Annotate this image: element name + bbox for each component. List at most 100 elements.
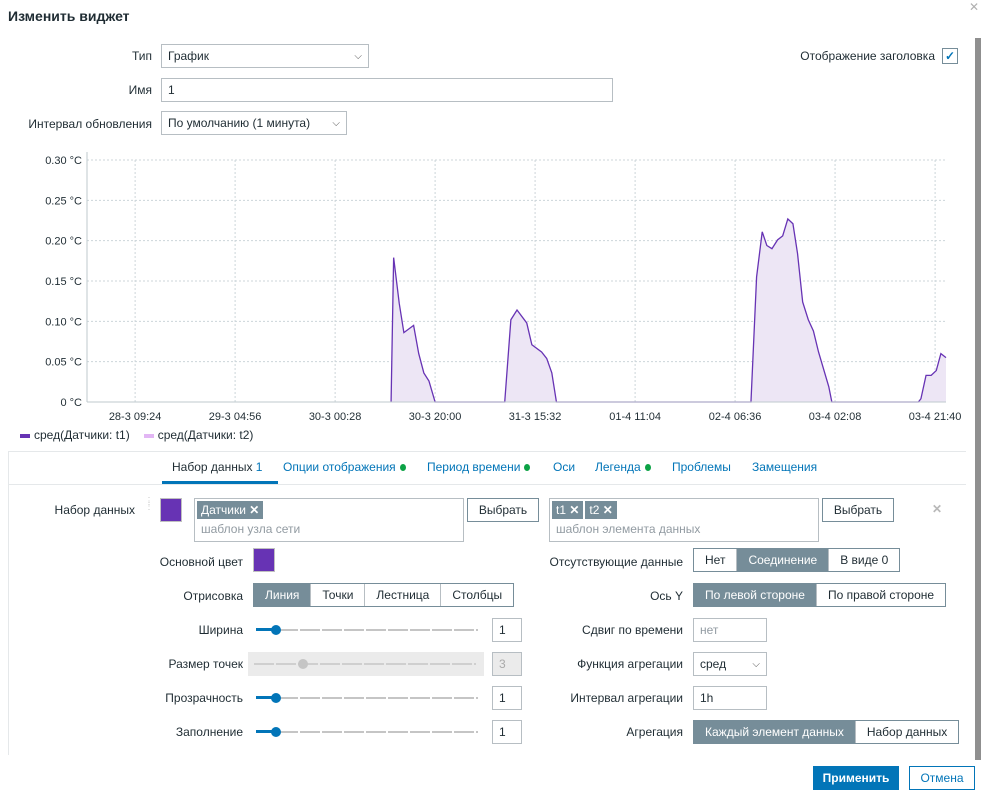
select-host-button[interactable]: Выбрать (467, 498, 539, 522)
chevron-down-icon: ⌵ (752, 658, 760, 670)
width-slider[interactable] (250, 618, 486, 642)
fill-slider[interactable] (250, 720, 486, 744)
host-pattern-input[interactable]: Датчики ✕ шаблон узла сети (194, 498, 464, 542)
missing-zero-option[interactable]: В виде 0 (828, 549, 899, 571)
item-pattern-input[interactable]: t1 ✕ t2 ✕ шаблон элемента данных (549, 498, 819, 542)
status-dot-icon (399, 464, 406, 471)
x-tick-label: 28-3 09:24 (109, 411, 162, 423)
transparency-input[interactable]: 1 (492, 686, 522, 710)
base-color-swatch[interactable] (253, 548, 275, 572)
y-tick-label: 0.30 °C (45, 155, 82, 167)
base-color-label: Основной цвет (159, 555, 243, 569)
dataset-color-swatch[interactable] (160, 498, 182, 522)
legend-swatch (143, 433, 154, 438)
x-tick-label: 29-3 04:56 (209, 411, 262, 423)
x-tick-label: 03-4 02:08 (809, 411, 862, 423)
legend-label: сред(Датчики: t2) (157, 428, 254, 442)
x-tick-label: 30-3 00:28 (309, 411, 362, 423)
tab-time-period[interactable]: Период времени (427, 460, 531, 474)
refresh-select[interactable]: По умолчанию (1 минута) ⌵ (161, 111, 347, 135)
tab-dataset[interactable]: Набор данных 1 (172, 460, 262, 474)
slider-handle[interactable] (271, 727, 281, 737)
fill-input[interactable]: 1 (492, 720, 522, 744)
yaxis-left-option[interactable]: По левой стороне (694, 584, 816, 606)
type-label: Тип (131, 49, 152, 63)
remove-dataset-icon[interactable]: ✕ (932, 502, 942, 516)
x-tick-label: 03-4 21:40 (909, 411, 962, 423)
legend-item-t1: сред(Датчики: t1) (20, 428, 130, 442)
x-tick-label: 30-3 20:00 (409, 411, 462, 423)
legend-swatch (20, 433, 30, 438)
transparency-slider[interactable] (250, 686, 486, 710)
tab-label: Период времени (427, 460, 521, 474)
chevron-down-icon: ⌵ (332, 117, 340, 129)
remove-tag-icon[interactable]: ✕ (569, 503, 579, 517)
draw-points-option[interactable]: Точки (310, 584, 364, 606)
aggregate-each-item-option[interactable]: Каждый элемент данных (694, 721, 855, 743)
aggfunc-label: Функция агрегации (577, 657, 683, 671)
select-item-button[interactable]: Выбрать (822, 498, 894, 522)
dataset-label: Набор данных (54, 503, 135, 517)
name-input[interactable]: 1 (161, 78, 613, 102)
timeshift-label: Сдвиг по времени (582, 623, 683, 637)
agginterval-input[interactable]: 1h (693, 686, 767, 710)
tab-display-options[interactable]: Опции отображения (283, 460, 406, 474)
missing-data-label: Отсутствующие данные (549, 555, 683, 569)
yaxis-right-option[interactable]: По правой стороне (815, 584, 945, 606)
apply-button[interactable]: Применить (813, 766, 899, 790)
x-tick-label: 01-4 11:04 (609, 411, 661, 423)
tag-label: t2 (589, 503, 600, 517)
timeshift-input[interactable]: нет (693, 618, 767, 642)
aggregate-dataset-option[interactable]: Набор данных (854, 721, 958, 743)
draw-bars-option[interactable]: Столбцы (440, 584, 513, 606)
transparency-label: Прозрачность (165, 691, 243, 705)
scrollbar[interactable] (975, 38, 981, 760)
draw-staircase-option[interactable]: Лестница (364, 584, 440, 606)
aggregation-segmented: Каждый элемент данных Набор данных (693, 720, 960, 744)
yaxis-segmented: По левой стороне По правой стороне (693, 583, 947, 607)
missing-connect-option[interactable]: Соединение (736, 549, 829, 571)
name-label: Имя (128, 83, 152, 97)
refresh-value: По умолчанию (1 минута) (168, 116, 311, 130)
slider-handle[interactable] (271, 693, 281, 703)
close-icon[interactable]: ✕ (969, 0, 979, 14)
point-size-label: Размер точек (168, 657, 243, 671)
aggfunc-select[interactable]: сред ⌵ (693, 652, 767, 676)
tab-axes[interactable]: Оси (553, 460, 575, 474)
cancel-button[interactable]: Отмена (909, 766, 975, 790)
dataset-panel (8, 485, 966, 755)
slider-handle (298, 659, 308, 669)
tag-label: t1 (556, 503, 567, 517)
y-tick-label: 0.10 °C (45, 316, 82, 328)
remove-tag-icon[interactable]: ✕ (249, 503, 259, 517)
y-tick-label: 0 °C (60, 397, 82, 409)
tab-overrides[interactable]: Замещения (752, 460, 817, 474)
point-size-input: 3 (492, 652, 522, 676)
tag-label: Датчики (201, 503, 246, 517)
dialog-title: Изменить виджет (8, 8, 130, 24)
type-select[interactable]: График ⌵ (161, 44, 369, 68)
tab-legend[interactable]: Легенда (595, 460, 651, 474)
checkmark-icon: ✓ (944, 49, 956, 63)
item-tag: t2 ✕ (585, 501, 617, 519)
width-input[interactable]: 1 (492, 618, 522, 642)
tab-problems[interactable]: Проблемы (672, 460, 731, 474)
slider-handle[interactable] (271, 625, 281, 635)
y-tick-label: 0.15 °C (45, 276, 82, 288)
item-tag: t1 ✕ (552, 501, 584, 519)
y-tick-label: 0.05 °C (45, 357, 82, 369)
x-tick-label: 02-4 06:36 (709, 411, 762, 423)
draw-line-option[interactable]: Линия (254, 584, 311, 606)
aggregation-label: Агрегация (626, 725, 683, 739)
missing-none-option[interactable]: Нет (694, 549, 736, 571)
x-tick-label: 31-3 15:32 (509, 411, 562, 423)
tab-label: Легенда (595, 460, 641, 474)
draw-label: Отрисовка (183, 589, 243, 603)
fill-label: Заполнение (175, 725, 243, 739)
show-header-checkbox[interactable]: ✓ (942, 48, 958, 64)
series-line-1 (390, 217, 947, 403)
drag-handle-icon[interactable]: ⋮ ⋮ (144, 497, 154, 512)
graph-preview: 0 °C 0.05 °C 0.10 °C 0.15 °C 0.20 °C 0.25 °C 0… (45, 152, 962, 423)
refresh-label: Интервал обновления (28, 117, 152, 131)
remove-tag-icon[interactable]: ✕ (603, 503, 613, 517)
